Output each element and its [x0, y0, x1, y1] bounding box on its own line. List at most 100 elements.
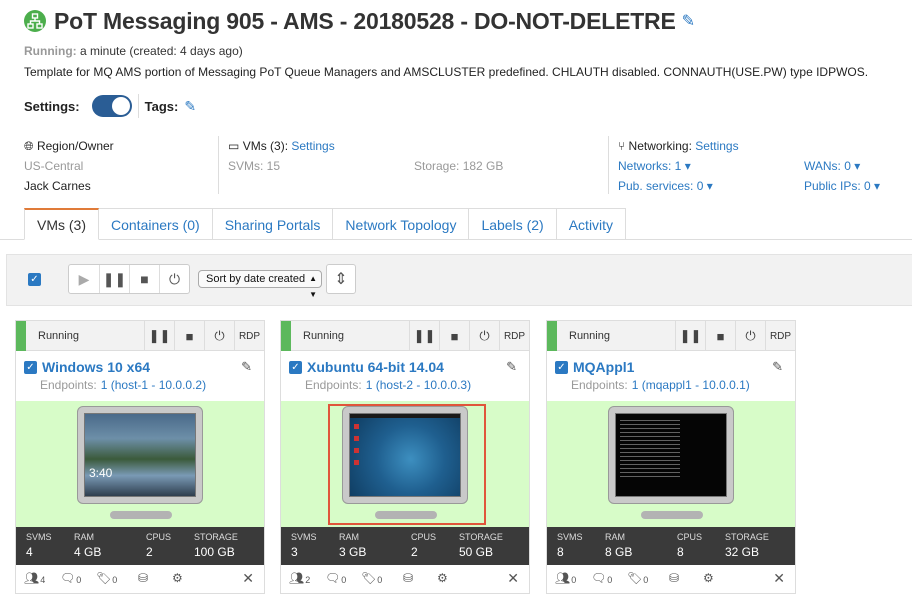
pause-icon[interactable]: ❚❚	[675, 321, 705, 351]
vm-endpoints: Endpoints: 1 (mqappl1 - 10.0.0.1)	[571, 378, 750, 392]
close-icon[interactable]: ✕	[773, 570, 785, 587]
tags-icon[interactable]: 🏷︎ 0	[627, 571, 648, 585]
divider	[608, 136, 609, 194]
power-icon[interactable]: ⏻	[469, 321, 499, 351]
tab-activity[interactable]: Activity	[556, 208, 627, 240]
endpoints-link[interactable]: 1 (host-1 - 10.0.0.2)	[101, 378, 206, 392]
storage-value: Storage: 182 GB	[414, 159, 504, 173]
edit-vm-pencil-icon[interactable]: ✎	[241, 359, 252, 375]
vm-endpoints: Endpoints: 1 (host-2 - 10.0.0.3)	[305, 378, 471, 392]
networking-settings-link[interactable]: Settings	[695, 139, 738, 153]
stop-icon[interactable]: ■	[705, 321, 735, 351]
ram-label: RAM	[339, 532, 359, 542]
console-text	[620, 420, 680, 480]
vm-checkbox[interactable]: ✓	[24, 360, 37, 374]
endpoints-link[interactable]: 1 (mqappl1 - 10.0.0.1)	[632, 378, 750, 392]
edit-vm-pencil-icon[interactable]: ✎	[506, 359, 517, 375]
wans-dropdown[interactable]: WANs: 0 ▾	[804, 156, 880, 176]
power-icon[interactable]: ⏻	[159, 265, 189, 293]
pub-services-dropdown[interactable]: Pub. services: 0 ▾	[618, 176, 739, 196]
comments-icon[interactable]: 🗨︎ 0	[325, 571, 346, 585]
vm-status: Running	[569, 330, 610, 342]
tab-sharing-portals[interactable]: Sharing Portals	[212, 208, 334, 240]
vm-checkbox[interactable]: ✓	[289, 360, 302, 374]
comments-icon[interactable]: 🗨︎ 0	[60, 571, 81, 585]
svms-label: SVMS	[557, 532, 583, 542]
rdp-button[interactable]: RDP	[499, 321, 529, 351]
vm-name-row: ✓ MQAppl1	[555, 359, 634, 375]
tab-vms[interactable]: VMs (3)	[24, 208, 99, 240]
comments-count: 0	[76, 575, 82, 585]
screen-clock: 3:40	[89, 466, 113, 480]
select-all-checkbox[interactable]: ✓	[28, 273, 41, 286]
sort-order-button[interactable]: ⇕	[326, 264, 356, 294]
ram-label: RAM	[74, 532, 94, 542]
globe-icon: 🌐︎	[24, 139, 34, 153]
vms-settings-link[interactable]: Settings	[291, 139, 334, 153]
vm-controls: ❚❚ ■ ⏻ RDP	[409, 321, 529, 351]
users-icon[interactable]: 👥︎ 0	[555, 571, 576, 585]
edit-title-pencil-icon[interactable]: ✎	[682, 11, 695, 31]
public-ips-label: Public IPs: 0	[804, 179, 871, 193]
vm-card-header: Running ❚❚ ■ ⏻ RDP	[281, 321, 529, 351]
running-indicator	[547, 321, 557, 351]
public-ips-dropdown[interactable]: Public IPs: 0 ▾	[804, 176, 880, 196]
cpus-label: CPUS	[677, 532, 703, 542]
vm-card-header: Running ❚❚ ■ ⏻ RDP	[547, 321, 795, 351]
rdp-button[interactable]: RDP	[765, 321, 795, 351]
vm-name-link[interactable]: Windows 10 x64	[42, 359, 150, 375]
rdp-button[interactable]: RDP	[234, 321, 264, 351]
caret-down-icon: ▾	[854, 159, 861, 173]
edit-tags-pencil-icon[interactable]: ✎	[184, 98, 196, 115]
vm-status: Running	[38, 330, 79, 342]
tags-icon[interactable]: 🏷︎ 0	[96, 571, 117, 585]
gear-icon[interactable]: ⚙	[703, 571, 714, 585]
edit-vm-pencil-icon[interactable]: ✎	[772, 359, 783, 375]
svms-value: 3	[291, 545, 298, 559]
users-count: 4	[40, 575, 46, 585]
users-icon[interactable]: 👥︎ 2	[289, 571, 310, 585]
comments-icon[interactable]: 🗨︎ 0	[591, 571, 612, 585]
users-icon[interactable]: 👥︎ 4	[24, 571, 45, 585]
stop-icon[interactable]: ■	[439, 321, 469, 351]
settings-toggle[interactable]	[91, 95, 132, 117]
vm-screen-area[interactable]	[547, 401, 795, 527]
endpoints-link[interactable]: 1 (host-2 - 10.0.0.3)	[366, 378, 471, 392]
sort-select[interactable]: Sort by date created ▲ ▼	[198, 270, 322, 299]
vm-screen-area[interactable]	[281, 401, 529, 527]
vm-checkbox[interactable]: ✓	[555, 360, 568, 374]
storage-label: STORAGE	[725, 532, 769, 542]
tab-labels[interactable]: Labels (2)	[469, 208, 557, 240]
disk-icon[interactable]: ⛁	[403, 571, 413, 585]
tags-count: 0	[112, 575, 118, 585]
stop-icon[interactable]: ■	[129, 265, 159, 293]
stop-icon[interactable]: ■	[174, 321, 204, 351]
power-icon[interactable]: ⏻	[204, 321, 234, 351]
tab-containers[interactable]: Containers (0)	[99, 208, 213, 240]
networks-dropdown[interactable]: Networks: 1 ▾	[618, 156, 739, 176]
networking-section: ⑂ Networking: Settings Networks: 1 ▾ Pub…	[618, 136, 739, 196]
power-icon[interactable]: ⏻	[735, 321, 765, 351]
environment-title-row: PoT Messaging 905 - AMS - 20180528 - DO-…	[24, 6, 695, 36]
pause-icon[interactable]: ❚❚	[409, 321, 439, 351]
pause-icon[interactable]: ❚❚	[99, 265, 129, 293]
vm-controls: ❚❚ ■ ⏻ RDP	[675, 321, 795, 351]
vm-screen-area[interactable]: 3:40	[16, 401, 264, 527]
disk-icon[interactable]: ⛁	[138, 571, 148, 585]
endpoints-label: Endpoints:	[305, 378, 362, 392]
play-icon[interactable]: ▶	[69, 265, 99, 293]
pause-icon[interactable]: ❚❚	[144, 321, 174, 351]
tags-icon[interactable]: 🏷︎ 0	[361, 571, 382, 585]
disk-icon[interactable]: ⛁	[669, 571, 679, 585]
gear-icon[interactable]: ⚙	[172, 571, 183, 585]
vm-name-link[interactable]: MQAppl1	[573, 359, 634, 375]
close-icon[interactable]: ✕	[242, 570, 254, 587]
svms-label: SVMS	[26, 532, 52, 542]
sort-value: Sort by date created	[206, 273, 306, 285]
gear-icon[interactable]: ⚙	[437, 571, 448, 585]
monitor-icon: ▭	[228, 139, 240, 153]
close-icon[interactable]: ✕	[507, 570, 519, 587]
vm-name-link[interactable]: Xubuntu 64-bit 14.04	[307, 359, 444, 375]
tab-network-topology[interactable]: Network Topology	[333, 208, 470, 240]
toggle-knob	[111, 97, 130, 115]
